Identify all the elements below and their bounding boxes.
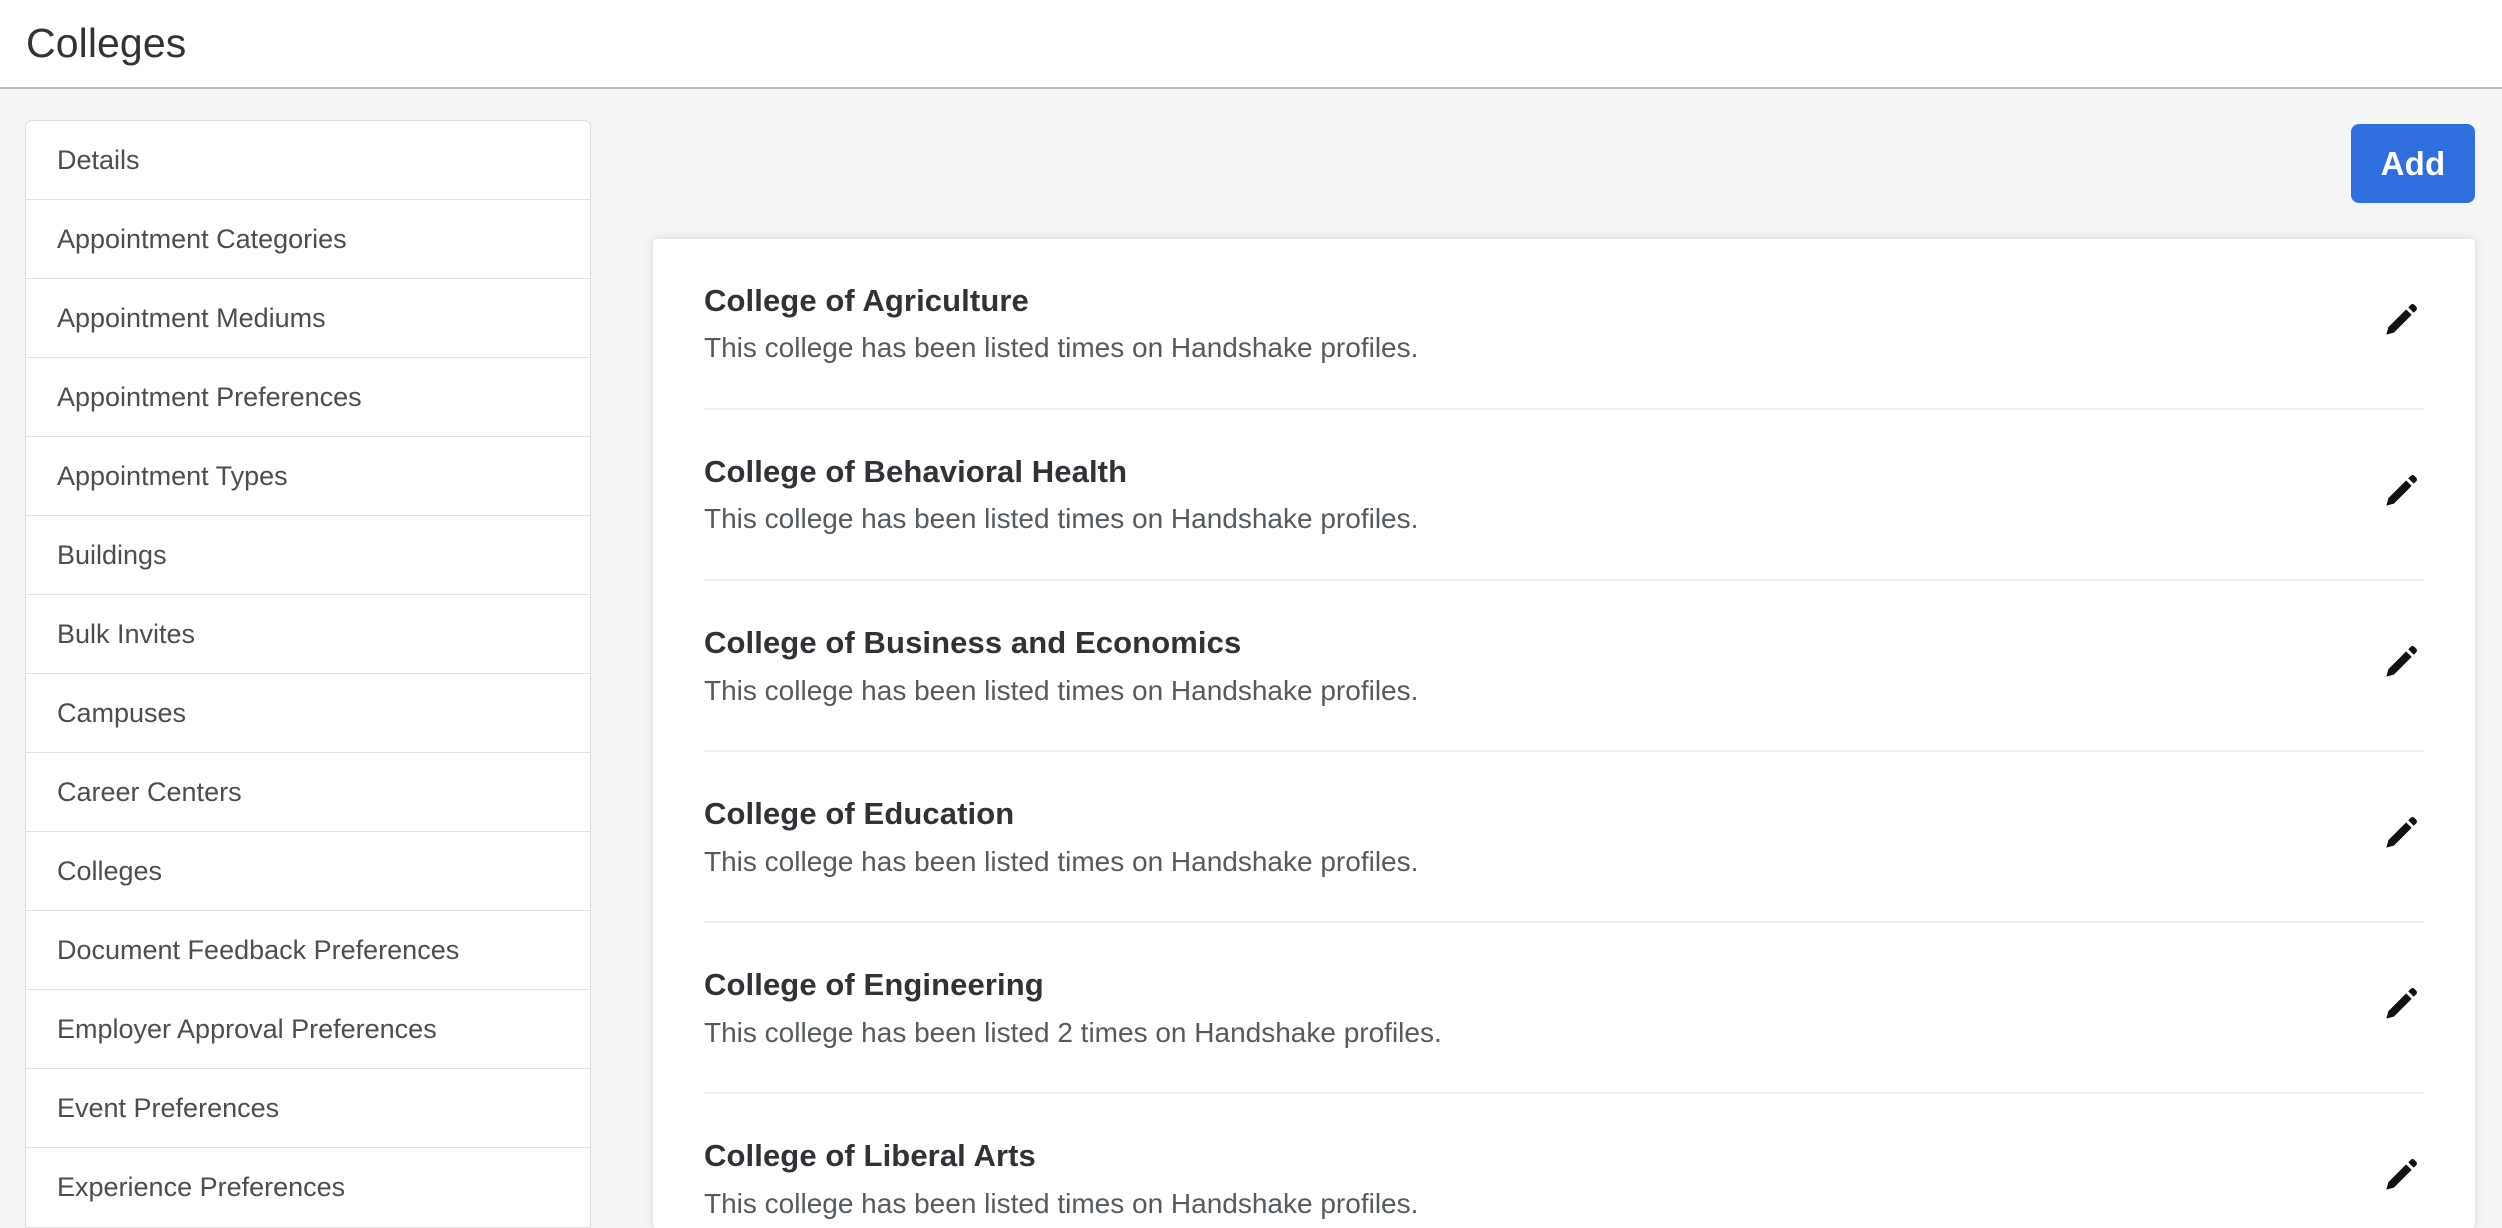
college-text-block: College of Business and Economics This co… <box>704 625 1418 707</box>
college-description: This college has been listed times on Ha… <box>704 332 1419 364</box>
sidebar-item-appointment-categories[interactable]: Appointment Categories <box>26 200 590 279</box>
sidebar-item-event-preferences[interactable]: Event Preferences <box>26 1069 590 1148</box>
edit-college-button[interactable] <box>2378 981 2424 1027</box>
sidebar-item-label: Campuses <box>57 697 187 728</box>
sidebar-item-label: Bulk Invites <box>57 618 196 649</box>
college-name: College of Business and Economics <box>704 624 1242 660</box>
college-description: This college has been listed times on Ha… <box>704 845 1419 877</box>
edit-college-button[interactable] <box>2378 297 2424 343</box>
content-toolbar: Add <box>653 89 2475 239</box>
college-name: College of Liberal Arts <box>704 1138 1036 1174</box>
sidebar-item-career-centers[interactable]: Career Centers <box>26 753 590 832</box>
sidebar-item-label: Appointment Preferences <box>57 381 362 412</box>
edit-college-button[interactable] <box>2378 810 2424 856</box>
sidebar-item-employer-approval-preferences[interactable]: Employer Approval Preferences <box>26 990 590 1069</box>
sidebar-item-label: Appointment Types <box>57 460 288 491</box>
college-name: College of Behavioral Health <box>704 453 1128 489</box>
sidebar-item-label: Appointment Mediums <box>57 302 326 333</box>
sidebar-item-label: Employer Approval Preferences <box>57 1013 437 1044</box>
college-text-block: College of Engineering This college has b… <box>704 967 1442 1049</box>
pencil-icon <box>2381 300 2421 340</box>
college-description: This college has been listed times on Ha… <box>704 503 1419 535</box>
college-description: This college has been listed times on Ha… <box>704 1188 1419 1220</box>
college-row: College of Liberal Arts This college has … <box>704 1094 2424 1228</box>
college-row: College of Business and Economics This co… <box>704 581 2424 753</box>
pencil-icon <box>2381 1155 2421 1195</box>
college-name: College of Agriculture <box>704 282 1029 318</box>
sidebar-item-label: Appointment Categories <box>57 223 347 254</box>
sidebar-item-buildings[interactable]: Buildings <box>26 516 590 595</box>
pencil-icon <box>2381 642 2421 682</box>
sidebar-item-appointment-types[interactable]: Appointment Types <box>26 437 590 516</box>
college-text-block: College of Agriculture This college has b… <box>704 283 1418 365</box>
settings-sidebar: Details Appointment Categories Appointment… <box>25 120 591 1228</box>
sidebar-item-label: Experience Preferences <box>57 1172 346 1202</box>
page-body: Details Appointment Categories Appointment… <box>0 89 2502 1228</box>
college-text-block: College of Behavioral Health This college… <box>704 454 1418 536</box>
sidebar-container: Details Appointment Categories Appointment… <box>0 89 591 1228</box>
sidebar-item-label: Event Preferences <box>57 1092 280 1123</box>
college-name: College of Engineering <box>704 967 1044 1003</box>
sidebar-item-appointment-preferences[interactable]: Appointment Preferences <box>26 358 590 437</box>
sidebar-item-details[interactable]: Details <box>26 121 590 200</box>
sidebar-item-label: Colleges <box>57 855 163 886</box>
edit-college-button[interactable] <box>2378 1152 2424 1198</box>
college-description: This college has been listed 2 times on … <box>704 1016 1442 1048</box>
sidebar-item-bulk-invites[interactable]: Bulk Invites <box>26 595 590 674</box>
college-description: This college has been listed times on Ha… <box>704 674 1419 706</box>
sidebar-item-campuses[interactable]: Campuses <box>26 674 590 753</box>
sidebar-item-document-feedback-preferences[interactable]: Document Feedback Preferences <box>26 911 590 990</box>
college-row: College of Engineering This college has b… <box>704 923 2424 1095</box>
sidebar-item-experience-preferences[interactable]: Experience Preferences <box>26 1148 590 1227</box>
sidebar-item-label: Document Feedback Preferences <box>57 934 460 965</box>
pencil-icon <box>2381 813 2421 853</box>
pencil-icon <box>2381 984 2421 1024</box>
page-title: Colleges <box>26 20 187 66</box>
colleges-card: College of Agriculture This college has b… <box>653 238 2475 1228</box>
sidebar-item-label: Career Centers <box>57 776 242 807</box>
colleges-list: College of Agriculture This college has b… <box>653 239 2475 1228</box>
page-header: Colleges <box>0 0 2502 89</box>
college-row: College of Education This college has bee… <box>704 752 2424 924</box>
sidebar-item-colleges[interactable]: Colleges <box>26 832 590 911</box>
college-name: College of Education <box>704 796 1015 832</box>
college-row: College of Agriculture This college has b… <box>704 239 2424 410</box>
college-text-block: College of Liberal Arts This college has … <box>704 1138 1418 1220</box>
pencil-icon <box>2381 471 2421 511</box>
edit-college-button[interactable] <box>2378 468 2424 514</box>
add-button[interactable]: Add <box>2351 124 2475 204</box>
main-content: Add College of Agriculture This college h… <box>591 89 2502 1228</box>
sidebar-item-appointment-mediums[interactable]: Appointment Mediums <box>26 279 590 358</box>
edit-college-button[interactable] <box>2378 639 2424 685</box>
sidebar-item-label: Details <box>57 144 140 175</box>
college-row: College of Behavioral Health This college… <box>704 410 2424 581</box>
college-text-block: College of Education This college has bee… <box>704 796 1418 878</box>
sidebar-item-label: Buildings <box>57 539 167 570</box>
